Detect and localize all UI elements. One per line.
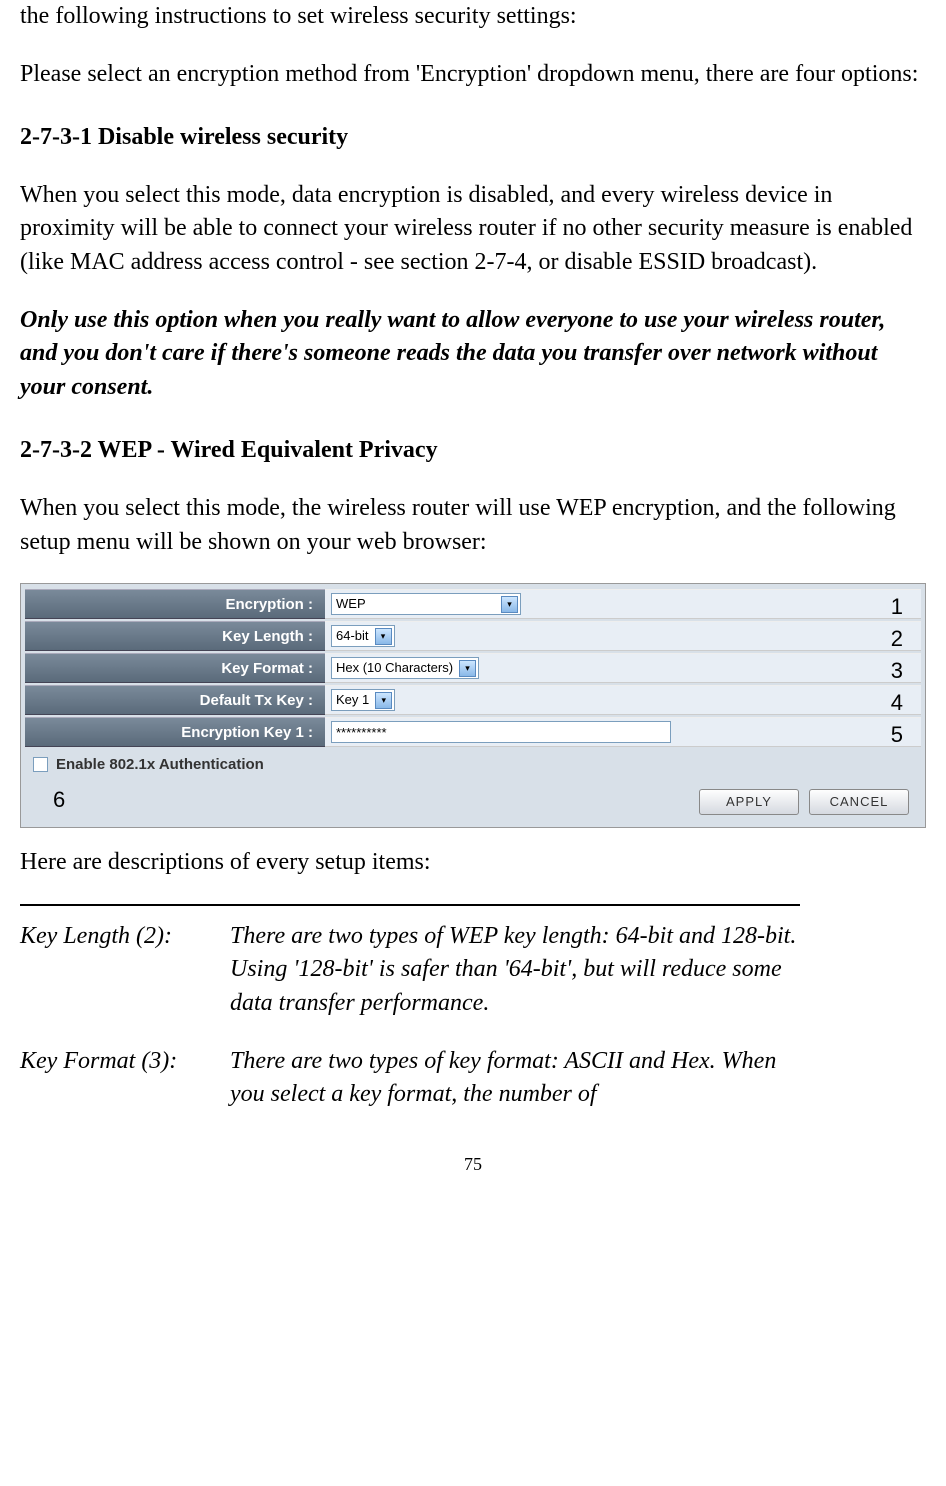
encryption-dropdown-value: WEP [336, 595, 366, 613]
button-row: 6 APPLY CANCEL [25, 781, 921, 823]
key-length-dropdown[interactable]: 64-bit ▾ [331, 625, 395, 647]
desc-text-key-length: There are two types of WEP key length: 6… [230, 920, 926, 1021]
chevron-down-icon: ▾ [375, 628, 392, 645]
label-encryption: Encryption : [25, 589, 325, 619]
annotation-4: 4 [891, 688, 903, 719]
descriptions-rule [20, 904, 800, 906]
value-cell-key-format: Hex (10 Characters) ▾ [325, 653, 921, 683]
desc-label-key-format: Key Format (3): [20, 1045, 230, 1112]
key-length-dropdown-value: 64-bit [336, 627, 369, 645]
default-tx-dropdown[interactable]: Key 1 ▾ [331, 689, 395, 711]
chevron-down-icon: ▾ [501, 596, 518, 613]
annotation-2: 2 [891, 624, 903, 655]
default-tx-dropdown-value: Key 1 [336, 691, 369, 709]
encryption-dropdown[interactable]: WEP ▾ [331, 593, 521, 615]
section-body-wep: When you select this mode, the wireless … [20, 492, 926, 559]
label-key-format: Key Format : [25, 653, 325, 683]
value-cell-encryption-key-1 [325, 717, 921, 747]
section-heading-disable: 2-7-3-1 Disable wireless security [20, 121, 926, 155]
desc-row-key-length: Key Length (2): There are two types of W… [20, 920, 926, 1021]
chevron-down-icon: ▾ [459, 660, 476, 677]
desc-text-key-format: There are two types of key format: ASCII… [230, 1045, 926, 1112]
intro-line-2: Please select an encryption method from … [20, 58, 926, 92]
desc-row-key-format: Key Format (3): There are two types of k… [20, 1045, 926, 1112]
row-key-format: Key Format : Hex (10 Characters) ▾ 3 [25, 652, 921, 684]
label-key-length: Key Length : [25, 621, 325, 651]
row-encryption: Encryption : WEP ▾ 1 [25, 588, 921, 620]
apply-button[interactable]: APPLY [699, 789, 799, 815]
descriptions-intro: Here are descriptions of every setup ite… [20, 846, 926, 880]
enable-8021x-label: Enable 802.1x Authentication [56, 754, 264, 775]
annotation-1: 1 [891, 592, 903, 623]
annotation-5: 5 [891, 720, 903, 751]
annotation-3: 3 [891, 656, 903, 687]
chevron-down-icon: ▾ [375, 692, 392, 709]
annotation-6: 6 [53, 785, 65, 816]
enable-8021x-checkbox[interactable] [33, 757, 48, 772]
key-format-dropdown[interactable]: Hex (10 Characters) ▾ [331, 657, 479, 679]
encryption-key-1-input[interactable] [331, 721, 671, 743]
cancel-button[interactable]: CANCEL [809, 789, 909, 815]
label-default-tx: Default Tx Key : [25, 685, 325, 715]
section-warning-disable: Only use this option when you really wan… [20, 304, 926, 405]
wep-settings-panel: Encryption : WEP ▾ 1 Key Length : 64-bit… [20, 583, 926, 828]
label-encryption-key-1: Encryption Key 1 : [25, 717, 325, 747]
key-format-dropdown-value: Hex (10 Characters) [336, 659, 453, 677]
row-key-length: Key Length : 64-bit ▾ 2 [25, 620, 921, 652]
value-cell-key-length: 64-bit ▾ [325, 621, 921, 651]
value-cell-default-tx: Key 1 ▾ [325, 685, 921, 715]
desc-label-key-length: Key Length (2): [20, 920, 230, 1021]
row-encryption-key-1: Encryption Key 1 : 5 [25, 716, 921, 748]
intro-line-1: the following instructions to set wirele… [20, 0, 926, 34]
row-8021x-auth: Enable 802.1x Authentication [25, 748, 921, 781]
page-number: 75 [20, 1152, 926, 1177]
value-cell-encryption: WEP ▾ [325, 589, 921, 619]
row-default-tx: Default Tx Key : Key 1 ▾ 4 [25, 684, 921, 716]
section-heading-wep: 2-7-3-2 WEP - Wired Equivalent Privacy [20, 434, 926, 468]
section-body-disable: When you select this mode, data encrypti… [20, 179, 926, 280]
